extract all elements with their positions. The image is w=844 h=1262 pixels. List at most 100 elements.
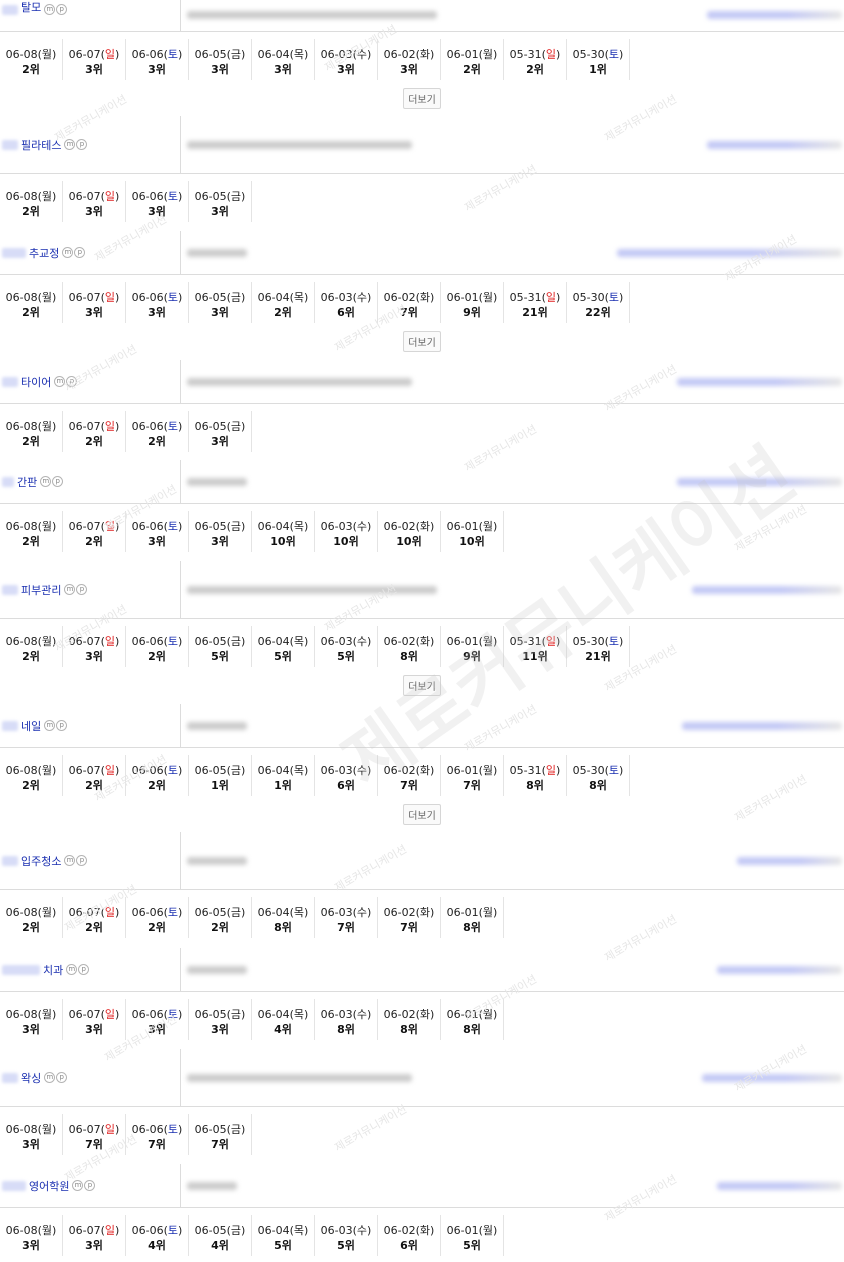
pc-badge[interactable]: p <box>78 964 90 975</box>
mobile-badge[interactable]: m <box>64 855 76 866</box>
pc-badge[interactable]: p <box>52 476 64 487</box>
keyword-prefix-blurred <box>2 720 18 731</box>
date-text: 06-03( <box>320 1224 357 1237</box>
pc-badge[interactable]: p <box>56 4 68 15</box>
keyword-prefix-blurred <box>2 964 40 975</box>
keyword-section: 필라테스 m p 06-08(월) 2위 06-07(일) 3위 06-06(토) 3위 06-0… <box>0 116 844 222</box>
pc-badge[interactable]: p <box>76 139 88 150</box>
weekday-text: 일 <box>104 520 116 533</box>
pc-badge[interactable]: p <box>56 1072 68 1083</box>
date-text: 06-02( <box>383 1008 420 1021</box>
daily-rank-cell: 06-05(금) 4위 <box>189 1215 252 1256</box>
date-text: 06-02( <box>383 291 420 304</box>
date-close: ) <box>115 1123 120 1136</box>
keyword-link[interactable]: 추교정 <box>29 245 59 261</box>
pc-badge[interactable]: p <box>74 247 86 258</box>
keyword-link[interactable]: 네일 <box>21 718 41 734</box>
pc-badge[interactable]: p <box>56 720 68 731</box>
weekday-text: 일 <box>104 1008 116 1021</box>
rank-date: 06-01(월) <box>441 291 503 305</box>
date-close: ) <box>304 1224 309 1237</box>
rank-date: 06-06(토) <box>126 1224 188 1238</box>
more-button[interactable]: 더보기 <box>403 331 441 352</box>
pc-badge[interactable]: p <box>84 1180 96 1191</box>
daily-rank-cell: 06-07(일) 2위 <box>63 411 126 452</box>
date-close: ) <box>241 764 246 777</box>
date-text: 06-05( <box>194 190 231 203</box>
rank-value: 3위 <box>148 535 166 548</box>
daily-rank-cell: 06-05(금) 3위 <box>189 511 252 552</box>
daily-rank-cell: 06-02(화) 10위 <box>378 511 441 552</box>
rank-value: 7위 <box>400 921 418 934</box>
keyword-link[interactable]: 탈모 <box>21 0 41 15</box>
date-close: ) <box>52 48 57 61</box>
date-text: 06-07( <box>68 1224 105 1237</box>
rank-value: 2위 <box>22 435 40 448</box>
keyword-link[interactable]: 영어학원 <box>29 1178 69 1194</box>
date-close: ) <box>430 1008 435 1021</box>
weekday-text: 월 <box>41 764 53 777</box>
pc-badge[interactable]: p <box>66 376 78 387</box>
more-button[interactable]: 더보기 <box>403 804 441 825</box>
weekday-text: 일 <box>104 764 116 777</box>
keyword-link[interactable]: 필라테스 <box>21 137 61 153</box>
weekday-text: 수 <box>356 764 368 777</box>
weekday-text: 토 <box>608 48 620 61</box>
mobile-badge[interactable]: m <box>44 720 56 731</box>
daily-rank-row: 06-08(월) 3위 06-07(일) 3위 06-06(토) 4위 06-05(금) 4위… <box>0 1215 844 1256</box>
rank-date: 06-05(금) <box>189 635 251 649</box>
mobile-badge[interactable]: m <box>72 1180 84 1191</box>
keyword-link[interactable]: 간판 <box>17 474 37 490</box>
rank-value: 4위 <box>211 1239 229 1252</box>
mobile-badge[interactable]: m <box>44 4 56 15</box>
daily-rank-cell: 06-06(토) 3위 <box>126 181 189 222</box>
rank-value: 7위 <box>463 779 481 792</box>
url-blurred <box>187 477 247 486</box>
device-badges: mp <box>43 4 68 15</box>
date-close: ) <box>556 764 561 777</box>
rank-date: 06-07(일) <box>63 764 125 778</box>
more-button[interactable]: 더보기 <box>403 88 441 109</box>
keyword-cell: 네일 m p <box>0 704 181 747</box>
daily-rank-row: 06-08(월) 2위 06-07(일) 3위 06-06(토) 3위 06-05(금) 3위 <box>0 181 844 222</box>
mobile-badge[interactable]: m <box>62 247 74 258</box>
mobile-badge[interactable]: m <box>64 584 76 595</box>
daily-rank-cell: 06-01(월) 8위 <box>441 999 504 1040</box>
date-close: ) <box>115 190 120 203</box>
keyword-link[interactable]: 피부관리 <box>21 582 61 598</box>
mobile-badge[interactable]: m <box>64 139 76 150</box>
place-name-blurred <box>677 477 842 486</box>
rank-value: 2위 <box>85 535 103 548</box>
weekday-text: 토 <box>167 764 179 777</box>
mobile-badge[interactable]: m <box>66 964 78 975</box>
date-text: 06-08( <box>5 520 42 533</box>
date-text: 06-07( <box>68 291 105 304</box>
mobile-badge[interactable]: m <box>44 1072 56 1083</box>
keyword-link[interactable]: 입주청소 <box>21 853 61 869</box>
mobile-badge[interactable]: m <box>40 476 52 487</box>
daily-rank-cell: 05-31(일) 2위 <box>504 39 567 80</box>
mobile-badge[interactable]: m <box>54 376 66 387</box>
more-button[interactable]: 더보기 <box>403 675 441 696</box>
date-close: ) <box>52 190 57 203</box>
pc-badge[interactable]: p <box>76 855 88 866</box>
date-close: ) <box>115 1224 120 1237</box>
rank-value: 2위 <box>22 205 40 218</box>
keyword-link[interactable]: 왁싱 <box>21 1070 41 1086</box>
keyword-link[interactable]: 타이어 <box>21 374 51 390</box>
rank-value: 9위 <box>463 306 481 319</box>
pc-badge[interactable]: p <box>76 584 88 595</box>
weekday-text: 월 <box>482 291 494 304</box>
keyword-link[interactable]: 치과 <box>43 962 63 978</box>
date-text: 06-04( <box>257 48 294 61</box>
date-close: ) <box>241 635 246 648</box>
daily-rank-cell: 06-04(목) 4위 <box>252 999 315 1040</box>
keyword-section: 타이어 m p 06-08(월) 2위 06-07(일) 2위 06-06(토) 2위 06-05… <box>0 360 844 452</box>
date-close: ) <box>115 48 120 61</box>
daily-rank-cell: 06-06(토) 3위 <box>126 511 189 552</box>
date-text: 06-07( <box>68 420 105 433</box>
daily-rank-row: 06-08(월) 3위 06-07(일) 7위 06-06(토) 7위 06-05(금) 7위 <box>0 1114 844 1155</box>
rank-date: 06-06(토) <box>126 1008 188 1022</box>
weekday-text: 금 <box>230 291 242 304</box>
rank-date: 06-01(월) <box>441 48 503 62</box>
